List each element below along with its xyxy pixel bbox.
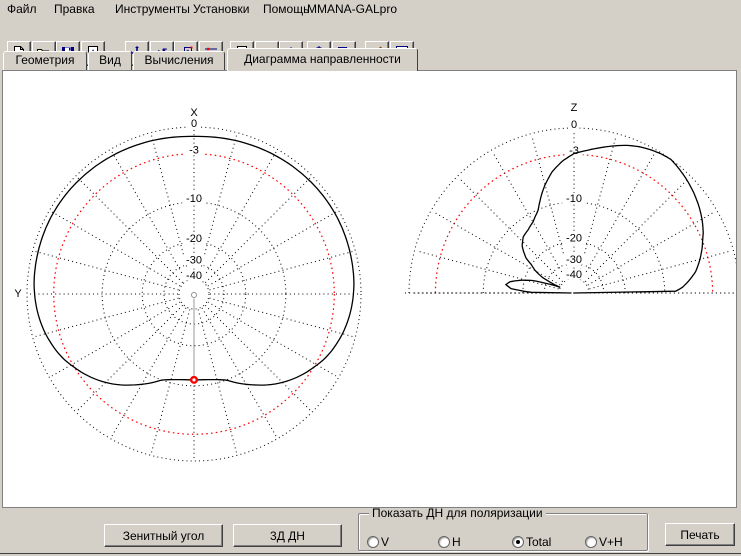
- menu-item-help[interactable]: Помощь: [263, 2, 309, 16]
- radio-polarization-v[interactable]: [367, 536, 379, 548]
- radio-polarization-vh[interactable]: [585, 536, 597, 548]
- svg-text:-20: -20: [566, 233, 582, 245]
- radio-polarization-h[interactable]: [438, 536, 450, 548]
- print-button[interactable]: Печать: [665, 523, 735, 546]
- svg-text:-40: -40: [186, 270, 202, 282]
- radio-label-v[interactable]: V: [381, 535, 389, 549]
- svg-text:0: 0: [571, 119, 577, 131]
- menu-bar: Файл Правка Инструменты Установки Помощь…: [0, 0, 741, 19]
- svg-text:-10: -10: [566, 193, 582, 205]
- menu-item-mmana-galpro[interactable]: MMANA-GALpro: [307, 2, 397, 16]
- pattern-charts[interactable]: 0-3-10-20-30-40XY0-3-10-20-30-40Z: [3, 71, 736, 507]
- menu-item-file[interactable]: Файл: [7, 2, 37, 16]
- pattern-page: 0-3-10-20-30-40XY0-3-10-20-30-40Z: [2, 70, 737, 508]
- tab-geometry[interactable]: Геометрия: [3, 51, 87, 70]
- azimuth-cursor-marker[interactable]: [191, 377, 197, 383]
- zenith-angle-button[interactable]: Зенитный угол: [104, 524, 223, 547]
- svg-text:0: 0: [191, 118, 197, 130]
- radio-label-total[interactable]: Total: [526, 535, 551, 549]
- radio-label-h[interactable]: H: [452, 535, 461, 549]
- menu-item-tools[interactable]: Инструменты: [115, 2, 190, 16]
- svg-text:-40: -40: [566, 269, 582, 281]
- svg-text:-30: -30: [566, 254, 582, 266]
- menu-item-edit[interactable]: Правка: [54, 2, 95, 16]
- toolbar: i ↺: [0, 19, 741, 49]
- radio-label-vh[interactable]: V+H: [599, 535, 623, 549]
- svg-text:-30: -30: [186, 255, 202, 267]
- azimuth-pattern-chart[interactable]: 0 -3 -10 -20 -30 -40 X Y: [14, 107, 361, 461]
- elevation-pattern-curve: [506, 145, 703, 293]
- tab-pattern[interactable]: Диаграмма направленности: [227, 48, 418, 71]
- window-bottom-border: [0, 553, 741, 554]
- radio-polarization-total[interactable]: [512, 536, 524, 548]
- pattern-3d-button[interactable]: 3Д ДН: [233, 524, 342, 547]
- svg-text:-10: -10: [186, 193, 202, 205]
- elevation-pattern-chart[interactable]: 0-3-10-20-30-40Z: [405, 102, 736, 293]
- polarization-group-label: Показать ДН для поляризации: [369, 506, 546, 520]
- polarization-groupbox: Показать ДН для поляризации V H Total V+…: [358, 513, 648, 551]
- plot-center-marker: [192, 293, 197, 298]
- svg-text:-20: -20: [186, 233, 202, 245]
- svg-text:-3: -3: [189, 145, 199, 157]
- azimuth-axis-left-label: Y: [14, 288, 22, 300]
- elevation-axis-top-label: Z: [571, 102, 578, 114]
- tab-view[interactable]: Вид: [88, 51, 132, 70]
- menu-item-setup[interactable]: Установки: [193, 2, 249, 16]
- azimuth-axis-top-label: X: [190, 107, 198, 119]
- tab-calculations[interactable]: Вычисления: [133, 51, 225, 70]
